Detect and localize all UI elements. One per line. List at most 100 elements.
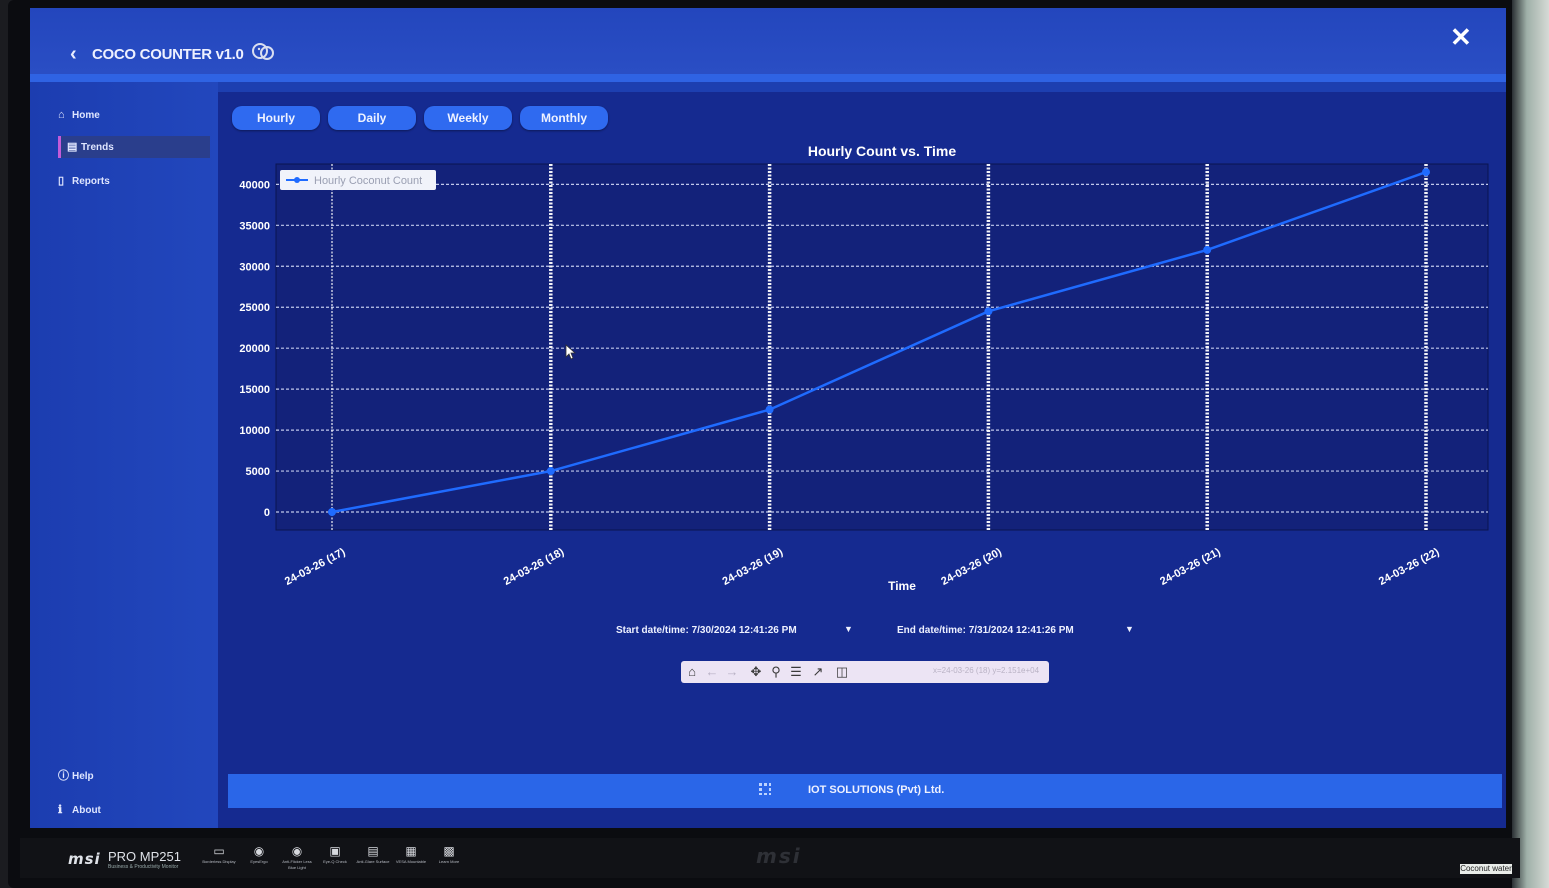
back-arrow-icon[interactable]: ← xyxy=(703,663,721,681)
sidebar-item-label: About xyxy=(72,805,101,816)
msi-logo: msi xyxy=(68,850,101,868)
y-tick-label: 20000 xyxy=(239,343,270,355)
start-dropdown-arrow-icon[interactable]: ▼ xyxy=(844,624,853,634)
reports-icon: ▯ xyxy=(58,175,65,187)
toolbar-coordinates: x=24-03-26 (18) y=2.151e+04 xyxy=(933,666,1040,675)
sidebar-item-trends[interactable]: ▤ Trends xyxy=(58,136,210,158)
home-icon[interactable]: ⌂ xyxy=(683,663,701,681)
msi-center-logo: msi xyxy=(756,844,802,868)
end-datetime-value[interactable]: 7/31/2024 12:41:26 PM xyxy=(969,625,1074,636)
x-tick-label: 24-03-26 (21) xyxy=(1158,546,1223,588)
end-datetime-label: End date/time: 7/31/2024 12:41:26 PM xyxy=(897,625,1074,636)
trends-icon: ▤ xyxy=(67,141,78,153)
sidebar-item-about[interactable]: ℹ About xyxy=(58,799,218,821)
help-icon: ⓘ xyxy=(58,770,69,782)
sidebar: ⌂ Home ▤ Trends ▯ Reports ⓘ Help ℹ About xyxy=(30,82,218,828)
y-tick-label: 10000 xyxy=(239,425,270,437)
feature-label: Anti-Glare Surface xyxy=(356,859,390,864)
feature-badge: ◉ EyesErgo xyxy=(242,843,276,871)
tab-daily[interactable]: Daily xyxy=(328,106,416,130)
start-label-text: Start date/time: xyxy=(616,625,689,636)
data-point xyxy=(328,508,336,516)
coconut-icon xyxy=(252,43,274,60)
mouse-cursor-icon xyxy=(565,344,577,360)
x-tick-label: 24-03-26 (17) xyxy=(283,546,348,588)
data-point xyxy=(1422,168,1430,177)
tab-hourly[interactable]: Hourly xyxy=(232,106,320,130)
start-datetime-label: Start date/time: 7/30/2024 12:41:26 PM xyxy=(616,625,797,636)
monitor-model-subtitle: Business & Productivity Monitor xyxy=(108,864,179,870)
sidebar-item-label: Trends xyxy=(81,142,114,153)
y-tick-label: 30000 xyxy=(239,261,270,273)
monitor-model: PRO MP251 xyxy=(108,849,181,864)
configure-subplots-icon[interactable]: ☰ xyxy=(787,663,805,681)
x-tick-label: 24-03-26 (19) xyxy=(721,546,786,588)
main-content: Hourly Daily Weekly Monthly Hourly Count… xyxy=(218,92,1506,828)
start-datetime-value[interactable]: 7/30/2024 12:41:26 PM xyxy=(692,625,797,636)
y-tick-label: 25000 xyxy=(239,302,270,314)
close-icon[interactable]: ✕ xyxy=(1450,22,1472,52)
legend-label: Hourly Coconut Count xyxy=(314,175,422,187)
footer-bar: IOT SOLUTIONS (Pvt) Ltd. xyxy=(228,774,1502,808)
eye-icon: ◉ xyxy=(253,844,265,858)
background-wall xyxy=(1512,0,1549,888)
plot-background xyxy=(275,163,1489,531)
y-tick-label: 0 xyxy=(264,507,270,519)
back-chevron-icon[interactable]: ‹ xyxy=(70,44,77,64)
anti-glare-icon: ▤ xyxy=(367,844,379,858)
sidebar-item-label: Reports xyxy=(72,176,110,187)
sidebar-item-reports[interactable]: ▯ Reports xyxy=(58,170,218,192)
end-label-text: End date/time: xyxy=(897,625,966,636)
pan-icon[interactable]: ✥ xyxy=(747,663,765,681)
chart-area: Hourly Count vs. Time 0 5000 10000 15000 2000… xyxy=(218,136,1506,616)
eye-check-icon: ▣ xyxy=(329,844,341,858)
data-point xyxy=(1203,245,1212,254)
footer-company-name: IOT SOLUTIONS (Pvt) Ltd. xyxy=(808,784,945,796)
chart-title: Hourly Count vs. Time xyxy=(808,143,957,159)
forward-arrow-icon[interactable]: → xyxy=(723,663,741,681)
edit-axis-icon[interactable]: ↗ xyxy=(809,663,827,681)
line-chart[interactable]: Hourly Count vs. Time 0 5000 10000 15000 2000… xyxy=(218,136,1506,616)
y-tick-label: 5000 xyxy=(246,466,270,478)
feature-label: EyesErgo xyxy=(250,859,268,864)
feature-badge: ▤ Anti-Glare Surface xyxy=(356,843,390,871)
data-point xyxy=(984,307,993,316)
zoom-icon[interactable]: ⚲ xyxy=(767,663,785,681)
x-tick-label: 24-03-26 (18) xyxy=(502,546,567,588)
end-dropdown-arrow-icon[interactable]: ▼ xyxy=(1125,624,1134,634)
y-tick-label: 40000 xyxy=(239,179,270,191)
x-tick-label: 24-03-26 (20) xyxy=(939,546,1004,588)
feature-badge: ▭ Borderless Display xyxy=(202,843,236,871)
about-icon: ℹ xyxy=(58,804,63,816)
company-logo-icon xyxy=(759,783,771,795)
sidebar-item-label: Home xyxy=(72,110,100,121)
y-tick-label: 15000 xyxy=(239,384,270,396)
display-icon: ▭ xyxy=(213,844,225,858)
sidebar-item-help[interactable]: ⓘ Help xyxy=(58,765,218,787)
feature-label: Borderless Display xyxy=(202,859,236,864)
sidebar-item-home[interactable]: ⌂ Home xyxy=(58,104,218,126)
vesa-icon: ▦ xyxy=(405,844,417,858)
data-point xyxy=(546,467,555,476)
app-title: COCO COUNTER v1.0 xyxy=(92,46,244,63)
x-axis-label: Time xyxy=(888,579,916,593)
home-icon: ⌂ xyxy=(58,109,65,121)
monitor-brand-strip: msi PRO MP251 Business & Productivity Mo… xyxy=(20,838,1520,878)
legend-marker xyxy=(294,177,300,183)
sticker-label: Coconut water xyxy=(1460,864,1512,874)
feature-badge: ▦ VESA Mountable xyxy=(394,843,428,871)
qr-code-icon: ▩ xyxy=(443,844,455,858)
feature-label: Anti-Flicker Less Blue Light xyxy=(282,859,312,870)
app-window: ‹ COCO COUNTER v1.0 ✕ ⌂ Home ▤ Trends ▯ Rep… xyxy=(30,8,1506,828)
feature-badge: ▩ Learn More xyxy=(432,843,466,871)
sidebar-item-label: Help xyxy=(72,771,94,782)
save-icon[interactable]: ◫ xyxy=(833,663,851,681)
feature-label: Eye-Q Check xyxy=(323,859,347,864)
tab-monthly[interactable]: Monthly xyxy=(520,106,608,130)
tab-weekly[interactable]: Weekly xyxy=(424,106,512,130)
title-bar: ‹ COCO COUNTER v1.0 ✕ xyxy=(30,8,1506,82)
feature-label: Learn More xyxy=(438,859,460,864)
eye-care-icon: ◉ xyxy=(291,844,303,858)
feature-badge: ▣ Eye-Q Check xyxy=(318,843,352,871)
feature-label: VESA Mountable xyxy=(395,859,427,864)
